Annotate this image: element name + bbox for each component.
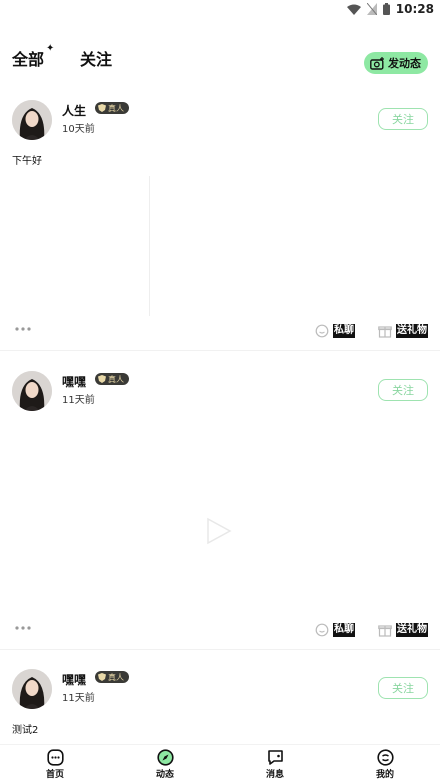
avatar-image bbox=[12, 371, 52, 411]
nav-feed[interactable]: 动态 bbox=[135, 749, 195, 780]
divider bbox=[0, 649, 440, 650]
status-time: 10:28 bbox=[395, 2, 434, 16]
gift-icon bbox=[378, 326, 392, 338]
play-icon[interactable] bbox=[206, 517, 232, 545]
verified-badge: 真人 bbox=[95, 102, 129, 114]
chat-icon bbox=[315, 623, 329, 637]
compass-icon bbox=[156, 749, 174, 766]
bottom-nav: 首页 动态 消息 我的 bbox=[0, 744, 440, 783]
shield-icon bbox=[98, 673, 106, 681]
nav-messages[interactable]: 消息 bbox=[245, 749, 305, 780]
tab-follow-label: 关注 bbox=[80, 50, 113, 69]
gift-button[interactable]: 送礼物 bbox=[378, 324, 428, 338]
post-content: 测试2 bbox=[12, 725, 39, 736]
chat-button[interactable]: 私聊 bbox=[315, 623, 355, 637]
profile-icon bbox=[376, 749, 394, 766]
avatar[interactable] bbox=[12, 669, 52, 709]
verified-badge: 真人 bbox=[95, 373, 129, 385]
user-name[interactable]: 嘿嘿 bbox=[62, 373, 86, 390]
tab-all[interactable]: 全部 bbox=[12, 46, 46, 70]
nav-home-label: 首页 bbox=[45, 770, 64, 780]
chat-button[interactable]: 私聊 bbox=[315, 324, 355, 338]
post-button-label: 发动态 bbox=[388, 57, 421, 70]
follow-button[interactable]: 关注 bbox=[378, 108, 428, 130]
gift-label: 送礼物 bbox=[396, 324, 428, 338]
post-action-bar: 私聊 送礼物 bbox=[0, 623, 440, 643]
follow-button[interactable]: 关注 bbox=[378, 379, 428, 401]
follow-button[interactable]: 关注 bbox=[378, 677, 428, 699]
avatar-image bbox=[12, 669, 52, 709]
divider bbox=[0, 350, 440, 351]
nav-profile-label: 我的 bbox=[375, 770, 394, 780]
nav-profile[interactable]: 我的 bbox=[355, 749, 415, 780]
status-bar: 10:28 bbox=[0, 0, 440, 22]
tab-all-label: 全部 bbox=[12, 50, 45, 69]
gift-label: 送礼物 bbox=[396, 623, 428, 637]
battery-icon bbox=[382, 3, 390, 15]
post-button[interactable]: 发动态 bbox=[364, 52, 428, 74]
verified-badge-label: 真人 bbox=[108, 103, 124, 113]
tab-follow[interactable]: 关注 bbox=[80, 46, 112, 70]
verified-badge-label: 真人 bbox=[108, 374, 124, 384]
more-icon[interactable] bbox=[15, 625, 31, 631]
message-icon bbox=[267, 750, 283, 765]
chat-label: 私聊 bbox=[333, 623, 355, 637]
post-video[interactable] bbox=[0, 427, 440, 637]
wifi-icon bbox=[346, 4, 361, 15]
follow-button-label: 关注 bbox=[392, 682, 414, 695]
avatar[interactable] bbox=[12, 371, 52, 411]
status-icons: 10:28 bbox=[346, 2, 434, 16]
header: 全部 ✦ 关注 发动态 bbox=[0, 40, 440, 76]
post-time: 11天前 bbox=[62, 693, 95, 704]
chat-icon bbox=[315, 324, 329, 338]
avatar-image bbox=[12, 100, 52, 140]
sparkle-icon: ✦ bbox=[46, 43, 55, 54]
user-name[interactable]: 嘿嘿 bbox=[62, 671, 86, 688]
post-time: 11天前 bbox=[62, 395, 95, 406]
post-time: 10天前 bbox=[62, 124, 95, 135]
follow-button-label: 关注 bbox=[392, 113, 414, 126]
post-image[interactable] bbox=[12, 176, 150, 316]
post-content: 下午好 bbox=[12, 156, 42, 167]
more-icon[interactable] bbox=[15, 326, 31, 332]
gift-button[interactable]: 送礼物 bbox=[378, 623, 428, 637]
post-action-bar: 私聊 送礼物 bbox=[0, 324, 440, 344]
shield-icon bbox=[98, 104, 106, 112]
camera-icon bbox=[370, 56, 384, 70]
nav-feed-label: 动态 bbox=[155, 770, 174, 780]
no-signal-icon bbox=[366, 3, 377, 15]
shield-icon bbox=[98, 375, 106, 383]
nav-messages-label: 消息 bbox=[265, 770, 284, 780]
verified-badge-label: 真人 bbox=[108, 672, 124, 682]
follow-button-label: 关注 bbox=[392, 384, 414, 397]
verified-badge: 真人 bbox=[95, 671, 129, 683]
chat-label: 私聊 bbox=[333, 324, 355, 338]
home-icon bbox=[46, 749, 64, 766]
user-name[interactable]: 人生 bbox=[62, 102, 86, 119]
gift-icon bbox=[378, 625, 392, 637]
avatar[interactable] bbox=[12, 100, 52, 140]
nav-home[interactable]: 首页 bbox=[25, 749, 85, 780]
